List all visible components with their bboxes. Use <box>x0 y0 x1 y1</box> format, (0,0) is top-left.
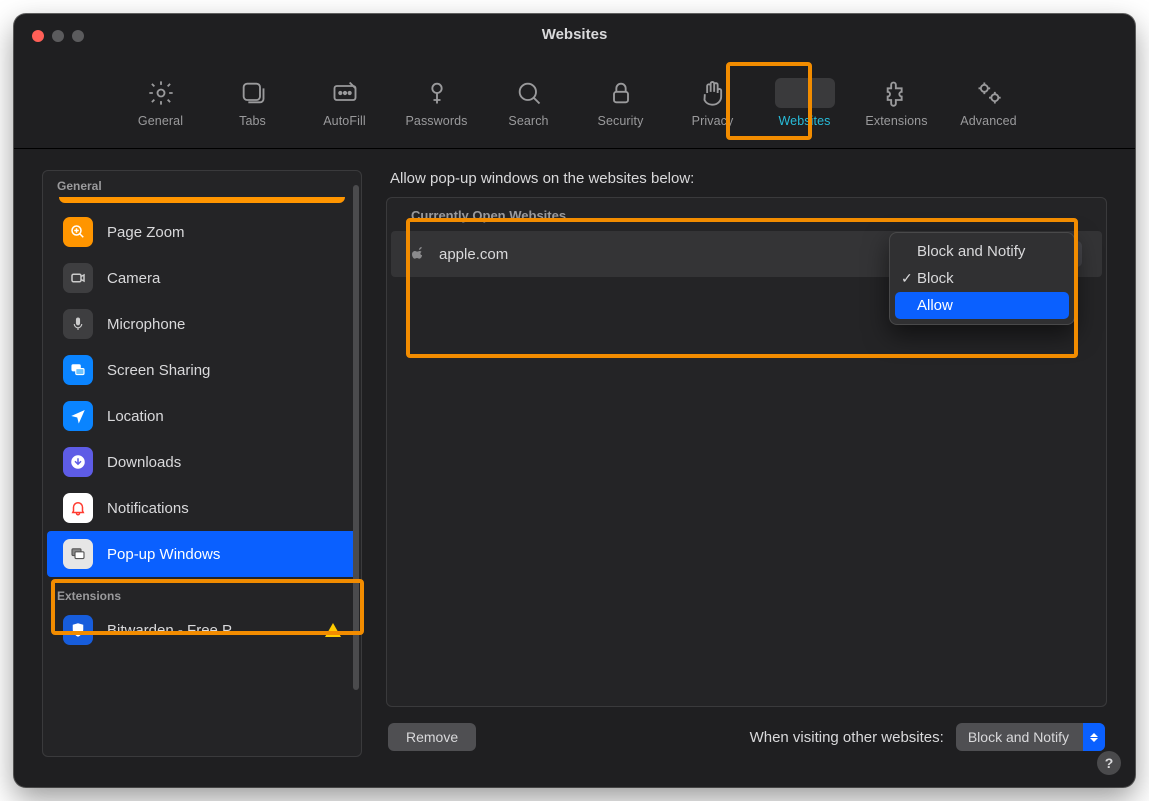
gear-icon <box>146 78 176 108</box>
menu-item-label: Block <box>917 270 954 287</box>
sidebar-item-label: Downloads <box>107 454 181 471</box>
shield-icon <box>63 615 93 645</box>
sidebar-item-partial[interactable] <box>59 197 345 203</box>
menu-item-label: Block and Notify <box>917 243 1025 260</box>
sidebar-item-bitwarden[interactable]: Bitwarden - Free P… <box>47 607 357 653</box>
bell-icon <box>63 493 93 523</box>
camera-icon <box>63 263 93 293</box>
remove-button[interactable]: Remove <box>388 723 476 751</box>
lock-icon <box>606 78 636 108</box>
popups-icon <box>63 539 93 569</box>
zoom-icon <box>63 217 93 247</box>
other-websites-select[interactable]: Block and Notify <box>956 723 1105 751</box>
tab-label: AutoFill <box>323 114 365 128</box>
sidebar-item-microphone[interactable]: Microphone <box>47 301 357 347</box>
gears-icon <box>974 78 1004 108</box>
tab-label: Websites <box>779 114 831 128</box>
footer-label: When visiting other websites: <box>750 729 944 746</box>
sidebar-list: Page Zoom Camera Microphone <box>43 197 361 581</box>
tab-extensions[interactable]: Extensions <box>855 74 939 130</box>
globe-icon <box>775 78 835 108</box>
preferences-toolbar: General Tabs AutoFill Passwords Search <box>14 64 1135 149</box>
site-domain: apple.com <box>439 246 508 263</box>
tab-search[interactable]: Search <box>487 74 571 130</box>
help-label: ? <box>1105 755 1114 771</box>
tab-websites[interactable]: Websites <box>763 74 847 130</box>
tab-security[interactable]: Security <box>579 74 663 130</box>
tab-label: Advanced <box>960 114 1016 128</box>
tab-advanced[interactable]: Advanced <box>947 74 1031 130</box>
tabs-icon <box>238 78 268 108</box>
sidebar-item-label: Bitwarden - Free P… <box>107 622 247 639</box>
tab-general[interactable]: General <box>119 74 203 130</box>
screens-icon <box>63 355 93 385</box>
puzzle-icon <box>882 78 912 108</box>
warning-icon <box>325 623 341 637</box>
sidebar-item-label: Location <box>107 408 164 425</box>
select-value: Block and Notify <box>956 729 1083 745</box>
policy-popup-menu: Block and Notify Block Allow <box>889 232 1075 325</box>
sidebar-section-extensions: Extensions <box>43 581 361 607</box>
search-icon <box>514 78 544 108</box>
tab-privacy[interactable]: Privacy <box>671 74 755 130</box>
sidebar-item-label: Camera <box>107 270 160 287</box>
panel-title: Allow pop-up windows on the websites bel… <box>386 170 1107 187</box>
sidebar-item-label: Notifications <box>107 500 189 517</box>
sidebar-item-label: Screen Sharing <box>107 362 210 379</box>
tab-label: Tabs <box>239 114 266 128</box>
window-title: Websites <box>14 26 1135 43</box>
sidebar-item-label: Page Zoom <box>107 224 185 241</box>
tab-label: Passwords <box>405 114 467 128</box>
sidebar-item-label: Pop-up Windows <box>107 546 220 563</box>
sidebar-item-popups[interactable]: Pop-up Windows <box>47 531 357 577</box>
location-icon <box>63 401 93 431</box>
tab-label: Search <box>508 114 548 128</box>
panel-footer: Remove When visiting other websites: Blo… <box>386 717 1107 757</box>
footer-right: When visiting other websites: Block and … <box>750 723 1105 751</box>
hand-icon <box>698 78 728 108</box>
sidebar-item-camera[interactable]: Camera <box>47 255 357 301</box>
tab-label: Privacy <box>692 114 734 128</box>
tab-autofill[interactable]: AutoFill <box>303 74 387 130</box>
tab-tabs[interactable]: Tabs <box>211 74 295 130</box>
sidebar-section-general: General <box>43 171 361 197</box>
tab-label: Extensions <box>865 114 927 128</box>
tab-label: General <box>138 114 183 128</box>
key-icon <box>422 78 452 108</box>
help-button[interactable]: ? <box>1097 751 1121 775</box>
menu-item-allow[interactable]: Allow <box>895 292 1069 319</box>
apple-icon <box>411 246 427 262</box>
sidebar-scrollbar[interactable] <box>353 185 359 690</box>
table-header: Currently Open Websites <box>387 198 1106 231</box>
sidebar-item-location[interactable]: Location <box>47 393 357 439</box>
menu-item-block-notify[interactable]: Block and Notify <box>895 238 1069 265</box>
settings-sidebar: General Page Zoom Camera <box>42 170 362 757</box>
menu-item-label: Allow <box>917 297 953 314</box>
autofill-icon <box>330 78 360 108</box>
tab-label: Security <box>598 114 644 128</box>
sidebar-ext-list: Bitwarden - Free P… <box>43 607 361 657</box>
download-icon <box>63 447 93 477</box>
preferences-window: Websites General Tabs AutoFill Passwords <box>14 14 1135 787</box>
sidebar-item-label: Microphone <box>107 316 185 333</box>
sidebar-item-downloads[interactable]: Downloads <box>47 439 357 485</box>
tab-passwords[interactable]: Passwords <box>395 74 479 130</box>
sidebar-item-page-zoom[interactable]: Page Zoom <box>47 209 357 255</box>
mic-icon <box>63 309 93 339</box>
sidebar-item-screen-sharing[interactable]: Screen Sharing <box>47 347 357 393</box>
menu-item-block[interactable]: Block <box>895 265 1069 292</box>
chevron-updown-icon <box>1083 723 1105 751</box>
sidebar-item-notifications[interactable]: Notifications <box>47 485 357 531</box>
